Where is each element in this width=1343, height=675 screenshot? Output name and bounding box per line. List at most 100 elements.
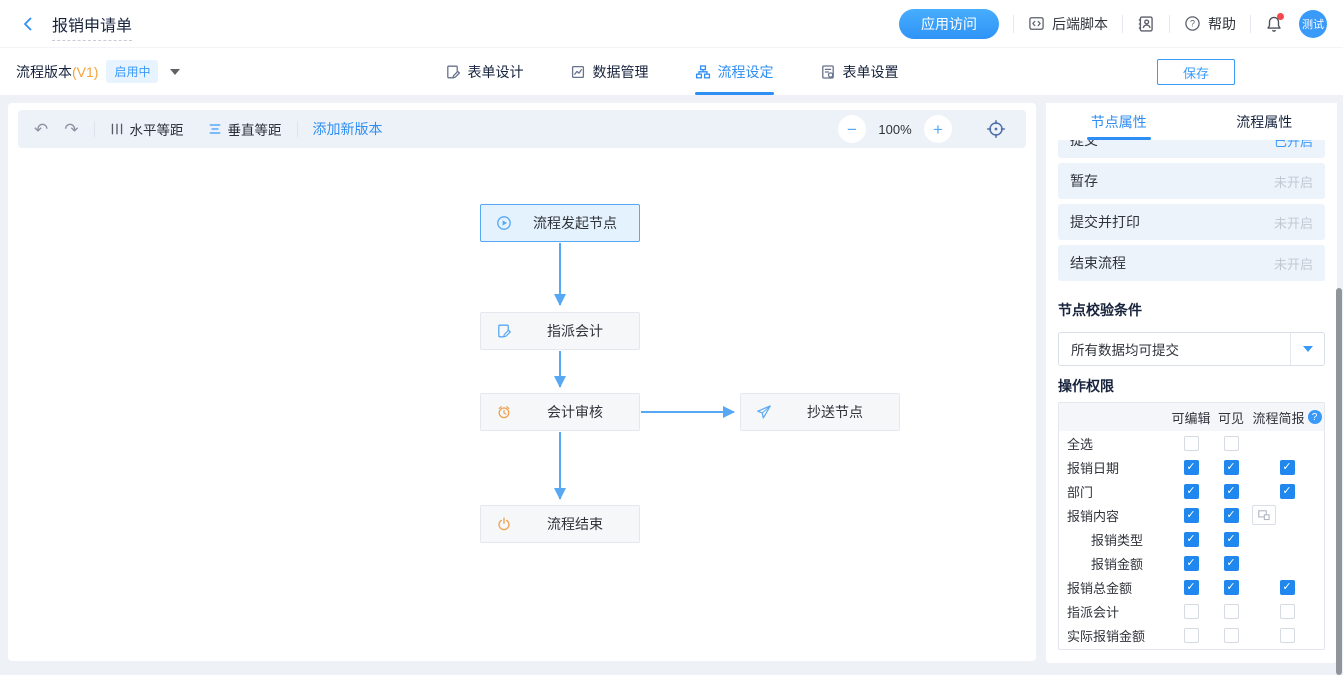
panel-tab-label: 节点属性 — [1091, 112, 1147, 132]
tab-node-properties[interactable]: 节点属性 — [1046, 103, 1192, 140]
toggle-status: 未开启 — [1274, 213, 1313, 232]
tab-data-manage[interactable]: 数据管理 — [570, 48, 649, 95]
checkbox-flow-report[interactable]: ✓ — [1280, 628, 1295, 643]
permission-cell: ✓ — [1170, 460, 1212, 475]
toggle-save-draft[interactable]: 暂存未开启 — [1058, 163, 1325, 199]
node-action-toggles: 提交已开启暂存未开启提交并打印 未开启结束流程未开启 — [1058, 140, 1325, 281]
avatar[interactable]: 测试 — [1299, 10, 1327, 38]
app-access-button[interactable]: 应用访问 — [899, 9, 999, 39]
save-button[interactable]: 保存 — [1157, 59, 1235, 85]
node-flow-end[interactable]: 流程结束 — [480, 505, 640, 543]
checkbox-editable[interactable]: ✓ — [1184, 532, 1199, 547]
help-button[interactable]: ? 帮助 — [1184, 14, 1236, 34]
toggle-label: 提交并打印 — [1070, 212, 1140, 232]
field-label: 实际报销金额 — [1059, 626, 1170, 645]
tab-flow-properties[interactable]: 流程属性 — [1192, 103, 1338, 140]
checkbox-editable[interactable]: ✓ — [1184, 436, 1199, 451]
select-caret-cell[interactable] — [1290, 333, 1324, 365]
permission-cell: ✓ — [1170, 508, 1212, 523]
notification-dot — [1277, 13, 1284, 20]
checkbox-editable[interactable]: ✓ — [1184, 604, 1199, 619]
tab-label: 表单设置 — [843, 62, 899, 82]
permission-rows: 全选✓✓报销日期✓✓✓部门✓✓✓报销内容✓✓报销类型✓✓报销金额✓✓报销总金额✓… — [1059, 431, 1324, 647]
version-number: (V1) — [72, 64, 98, 80]
flow-nodes-layer: 流程发起节点指派会计会计审核 抄送节点流程结束 — [8, 103, 1036, 661]
checkbox-flow-report[interactable]: ✓ — [1280, 580, 1295, 595]
checkbox-visible[interactable]: ✓ — [1224, 508, 1239, 523]
checkbox-editable[interactable]: ✓ — [1184, 580, 1199, 595]
checkbox-editable[interactable]: ✓ — [1184, 460, 1199, 475]
permission-cell: ✓ — [1170, 628, 1212, 643]
backend-script-button[interactable]: 后端脚本 — [1028, 14, 1108, 34]
back-icon[interactable] — [16, 12, 40, 36]
flow-canvas[interactable]: ↶ ↷ 水平等距 垂直等距 添加新版本 − 100% + — [8, 103, 1036, 661]
paper-plane-icon — [756, 404, 772, 420]
permission-cell: ✓ — [1212, 436, 1250, 451]
checkbox-flow-report[interactable]: ✓ — [1280, 604, 1295, 619]
checkbox-visible[interactable]: ✓ — [1224, 556, 1239, 571]
node-accountant-review[interactable]: 会计审核 — [480, 393, 640, 431]
permission-cell: ✓ — [1250, 484, 1324, 499]
checkbox-editable[interactable]: ✓ — [1184, 556, 1199, 571]
validation-condition-select[interactable]: 所有数据均可提交 — [1058, 332, 1325, 366]
divider — [1122, 15, 1123, 33]
checkbox-editable[interactable]: ✓ — [1184, 484, 1199, 499]
field-label: 报销内容 — [1059, 506, 1170, 525]
permission-cell: ✓ — [1212, 460, 1250, 475]
power-icon — [496, 516, 512, 532]
node-flow-start[interactable]: 流程发起节点 — [480, 204, 640, 242]
node-label: 指派会计 — [521, 321, 639, 341]
permission-cell: ✓ — [1212, 556, 1250, 571]
panel-tab-label: 流程属性 — [1236, 112, 1292, 132]
checkbox-editable[interactable]: ✓ — [1184, 628, 1199, 643]
field-label: 指派会计 — [1059, 602, 1170, 621]
divider — [1169, 15, 1170, 33]
checkbox-visible[interactable]: ✓ — [1224, 484, 1239, 499]
permission-cell: ✓ — [1170, 604, 1212, 619]
checkbox-visible[interactable]: ✓ — [1224, 604, 1239, 619]
properties-panel: 节点属性 流程属性 提交已开启暂存未开启提交并打印 未开启结束流程未开启 节点校验条… — [1046, 103, 1337, 663]
permission-table-header: 可编辑 可见 流程简报 ? — [1059, 403, 1324, 431]
tab-flow-setting[interactable]: 流程设定 — [695, 48, 774, 95]
column-visible: 可见 — [1212, 408, 1250, 427]
permission-cell: ✓ — [1170, 436, 1212, 451]
tab-label: 数据管理 — [593, 62, 649, 82]
permission-cell: ✓ — [1212, 484, 1250, 499]
toggle-end-flow[interactable]: 结束流程未开启 — [1058, 245, 1325, 281]
svg-text:?: ? — [1190, 19, 1195, 29]
validation-condition-title: 节点校验条件 — [1058, 300, 1325, 320]
tab-form-design[interactable]: 表单设计 — [445, 48, 524, 95]
column-flow-report: 流程简报 — [1252, 408, 1304, 427]
perm-row-select-all: 全选✓✓ — [1059, 431, 1324, 455]
flow-report-help-icon[interactable]: ? — [1308, 410, 1322, 424]
notification-bell-icon[interactable] — [1265, 15, 1283, 33]
contacts-icon[interactable] — [1137, 15, 1155, 33]
perm-row-assign-acct: 指派会计 ✓ ✓ ✓ — [1059, 599, 1324, 623]
window-scrollbar-thumb[interactable] — [1336, 288, 1342, 675]
toggle-submit-print[interactable]: 提交并打印 未开启 — [1058, 204, 1325, 240]
checkbox-visible[interactable]: ✓ — [1224, 532, 1239, 547]
play-circle-icon — [496, 215, 512, 231]
page-title[interactable]: 报销申请单 — [52, 18, 132, 41]
subform-settings-icon[interactable] — [1252, 505, 1276, 525]
flow-version-selector[interactable]: 流程版本(V1) 启用中 — [16, 60, 180, 83]
tab-form-setting[interactable]: 表单设置 — [820, 48, 899, 95]
checkbox-visible[interactable]: ✓ — [1224, 580, 1239, 595]
checkbox-flow-report[interactable]: ✓ — [1280, 484, 1295, 499]
chevron-down-icon[interactable] — [170, 69, 180, 75]
node-cc[interactable]: 抄送节点 — [740, 393, 900, 431]
checkbox-flow-report[interactable]: ✓ — [1280, 460, 1295, 475]
checkbox-visible[interactable]: ✓ — [1224, 436, 1239, 451]
checkbox-editable[interactable]: ✓ — [1184, 508, 1199, 523]
tab-label: 表单设计 — [468, 62, 524, 82]
permission-cell: ✓ — [1212, 580, 1250, 595]
toggle-submit[interactable]: 提交已开启 — [1058, 140, 1325, 158]
node-assign-accountant[interactable]: 指派会计 — [480, 312, 640, 350]
chevron-down-icon — [1303, 346, 1313, 352]
help-label: 帮助 — [1208, 14, 1236, 34]
perm-row-department: 部门✓✓✓ — [1059, 479, 1324, 503]
checkbox-visible[interactable]: ✓ — [1224, 628, 1239, 643]
checkbox-visible[interactable]: ✓ — [1224, 460, 1239, 475]
field-label: 报销类型 — [1059, 530, 1170, 549]
panel-body: 提交已开启暂存未开启提交并打印 未开启结束流程未开启 节点校验条件 所有数据均可提… — [1046, 140, 1337, 663]
